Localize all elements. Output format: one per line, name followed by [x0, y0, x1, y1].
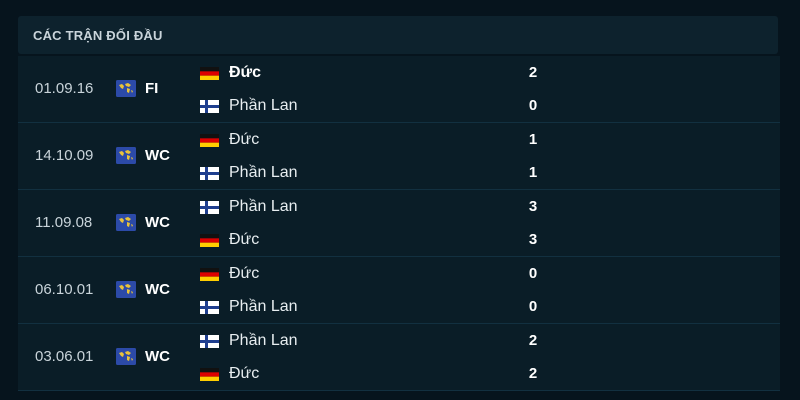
home-team-name: Phần Lan: [229, 198, 298, 215]
finland-flag-icon: [200, 301, 219, 314]
germany-flag-icon: [200, 268, 219, 281]
germany-flag-icon: [200, 67, 219, 80]
home-team-name: Đức: [229, 64, 262, 81]
competition-label: WC: [145, 348, 170, 365]
home-team-score: 1: [528, 131, 538, 148]
away-team-line: Phần Lan 0: [200, 295, 540, 319]
competition-label: FI: [145, 80, 159, 97]
world-map-icon: [116, 80, 136, 97]
away-team-score: 2: [528, 365, 538, 382]
away-team-name: Phần Lan: [229, 97, 298, 114]
finland-flag-icon: [200, 100, 219, 113]
match-row[interactable]: 06.10.01 WC Đức 0 Phần Lan 0: [18, 257, 780, 324]
home-team-name: Đức: [229, 265, 260, 282]
head-to-head-panel: CÁC TRẬN ĐỐI ĐẦU 01.09.16 FI Đức 2 Phần Lan 0…: [0, 0, 800, 400]
away-team-name: Phần Lan: [229, 164, 298, 181]
competition-label: WC: [145, 214, 170, 231]
world-map-icon: [116, 147, 136, 164]
home-team-score: 0: [528, 265, 538, 282]
home-team-line: Đức 0: [200, 262, 540, 286]
away-team-name: Đức: [229, 231, 260, 248]
away-team-name: Phần Lan: [229, 298, 298, 315]
germany-flag-icon: [200, 368, 219, 381]
germany-flag-icon: [200, 234, 219, 247]
finland-flag-icon: [200, 201, 219, 214]
home-team-name: Phần Lan: [229, 332, 298, 349]
match-row[interactable]: 03.06.01 WC Phần Lan 2 Đức 2: [18, 324, 780, 391]
away-team-score: 1: [528, 164, 538, 181]
match-date: 06.10.01: [35, 281, 94, 298]
home-team-line: Đức 1: [200, 128, 540, 152]
away-team-line: Phần Lan 1: [200, 161, 540, 185]
competition-label: WC: [145, 147, 170, 164]
match-row[interactable]: 01.09.16 FI Đức 2 Phần Lan 0: [18, 56, 780, 123]
match-date: 14.10.09: [35, 147, 94, 164]
away-team-score: 3: [528, 231, 538, 248]
away-team-line: Đức 2: [200, 362, 540, 386]
finland-flag-icon: [200, 335, 219, 348]
world-map-icon: [116, 348, 136, 365]
home-team-line: Đức 2: [200, 61, 540, 85]
world-map-icon: [116, 214, 136, 231]
match-date: 01.09.16: [35, 80, 94, 97]
world-map-icon: [116, 281, 136, 298]
section-header: CÁC TRẬN ĐỐI ĐẦU: [18, 16, 778, 54]
section-title: CÁC TRẬN ĐỐI ĐẦU: [33, 28, 163, 43]
germany-flag-icon: [200, 134, 219, 147]
away-team-score: 0: [528, 97, 538, 114]
match-row[interactable]: 14.10.09 WC Đức 1 Phần Lan 1: [18, 123, 780, 190]
away-team-line: Đức 3: [200, 228, 540, 252]
home-team-score: 2: [528, 64, 538, 81]
home-team-name: Đức: [229, 131, 260, 148]
away-team-score: 0: [528, 298, 538, 315]
match-row[interactable]: 11.09.08 WC Phần Lan 3 Đức 3: [18, 190, 780, 257]
home-team-line: Phần Lan 2: [200, 329, 540, 353]
competition-label: WC: [145, 281, 170, 298]
home-team-line: Phần Lan 3: [200, 195, 540, 219]
finland-flag-icon: [200, 167, 219, 180]
match-list: 01.09.16 FI Đức 2 Phần Lan 0 14.10.09 WC Đức 1 Phầ…: [18, 56, 780, 391]
away-team-name: Đức: [229, 365, 260, 382]
match-date: 11.09.08: [35, 214, 93, 231]
home-team-score: 2: [528, 332, 538, 349]
away-team-line: Phần Lan 0: [200, 94, 540, 118]
home-team-score: 3: [528, 198, 538, 215]
match-date: 03.06.01: [35, 348, 94, 365]
